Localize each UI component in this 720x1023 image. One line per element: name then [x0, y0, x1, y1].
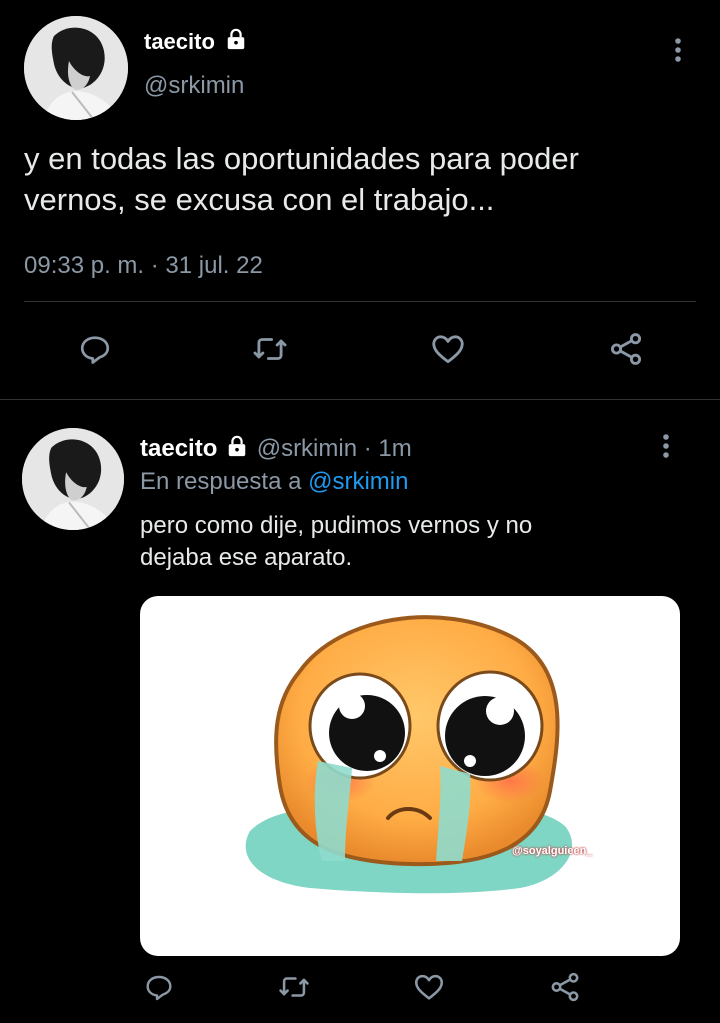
reply-text: pero como dije, pudimos vernos y no deja… — [140, 510, 532, 574]
in-reply-prefix: En respuesta a — [140, 468, 302, 495]
in-reply-to: En respuesta a @srkimin — [140, 467, 408, 497]
lock-icon — [226, 435, 248, 465]
share-icon — [607, 330, 645, 373]
reply-retweet-button[interactable] — [271, 966, 317, 1012]
tweet-text: y en todas las oportunidades para poder … — [24, 138, 579, 220]
tweet-text-line1: y en todas las oportunidades para poder — [24, 141, 579, 176]
reply-avatar[interactable] — [22, 428, 124, 530]
reply-reply-button[interactable] — [136, 966, 182, 1012]
heart-icon — [412, 970, 446, 1009]
reply-button[interactable] — [70, 326, 120, 376]
share-button[interactable] — [601, 326, 651, 376]
reply-text-line2: dejaba ese aparato. — [140, 544, 353, 571]
retweet-icon — [277, 970, 311, 1009]
share-icon — [548, 970, 582, 1009]
reply-share-button[interactable] — [542, 966, 588, 1012]
reply-icon — [143, 971, 175, 1008]
crying-emoji-image — [245, 615, 573, 894]
reply-separator: · — [363, 435, 372, 462]
reply-icon — [77, 331, 113, 372]
more-vertical-icon[interactable] — [656, 432, 676, 460]
reply-age[interactable]: 1m — [378, 435, 411, 462]
reply-handle[interactable]: @srkimin — [257, 435, 357, 462]
reply-like-button[interactable] — [406, 966, 452, 1012]
section-divider — [0, 399, 720, 400]
retweet-button[interactable] — [245, 326, 295, 376]
avatar[interactable] — [24, 16, 128, 120]
in-reply-handle-link[interactable]: @srkimin — [308, 468, 408, 495]
reply-header: taecito @srkimin · 1m — [140, 434, 412, 465]
more-vertical-icon[interactable] — [668, 36, 688, 64]
reply-display-name[interactable]: taecito — [140, 435, 217, 462]
lock-icon — [225, 28, 247, 58]
tweet-text-line2: vernos, se excusa con el trabajo... — [24, 182, 495, 217]
media-image[interactable]: @soyalguieen_ — [140, 596, 680, 956]
heart-icon — [429, 330, 467, 373]
like-button[interactable] — [423, 326, 473, 376]
handle[interactable]: @srkimin — [144, 72, 244, 100]
divider — [24, 301, 696, 302]
media-watermark: @soyalguieen_ — [512, 845, 593, 857]
reply-text-line1: pero como dije, pudimos vernos y no — [140, 512, 533, 539]
retweet-icon — [251, 330, 289, 373]
timestamp[interactable]: 09:33 p. m. · 31 jul. 22 — [24, 252, 263, 280]
display-name[interactable]: taecito — [144, 29, 215, 54]
